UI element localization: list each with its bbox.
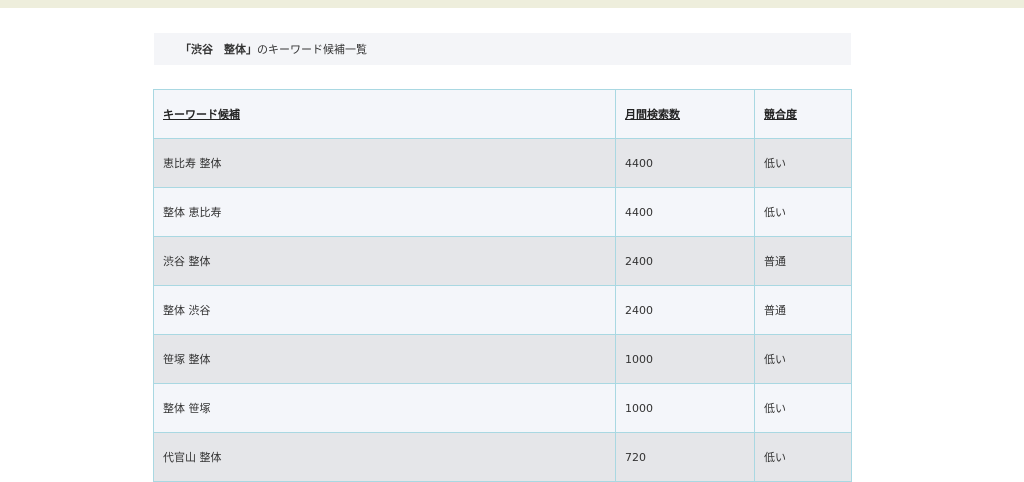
keyword-cell: 恵比寿 整体 (153, 138, 616, 188)
top-banner-strip (0, 0, 1024, 8)
table-row: 恵比寿 整体 4400 低い (153, 138, 852, 188)
search-volume-cell: 4400 (615, 187, 755, 237)
keyword-cell: 代官山 整体 (153, 432, 616, 482)
table-row: 代官山 整体 720 低い (153, 432, 852, 482)
caption-keyword: 「渋谷 整体」 (180, 43, 257, 56)
keyword-cell: 整体 恵比寿 (153, 187, 616, 237)
table-header-row: キーワード候補 月間検索数 競合度 (153, 89, 852, 139)
header-competition: 競合度 (754, 89, 852, 139)
table-row: 整体 笹塚 1000 低い (153, 383, 852, 433)
competition-cell: 低い (754, 138, 852, 188)
search-volume-cell: 720 (615, 432, 755, 482)
keyword-cell: 笹塚 整体 (153, 334, 616, 384)
search-volume-cell: 2400 (615, 236, 755, 286)
search-volume-cell: 4400 (615, 138, 755, 188)
header-monthly-searches: 月間検索数 (615, 89, 755, 139)
header-keyword-candidate: キーワード候補 (153, 89, 616, 139)
competition-cell: 低い (754, 334, 852, 384)
table-row: 整体 恵比寿 4400 低い (153, 187, 852, 237)
table-row: 渋谷 整体 2400 普通 (153, 236, 852, 286)
keyword-cell: 整体 渋谷 (153, 285, 616, 335)
competition-cell: 普通 (754, 236, 852, 286)
keyword-table-container: キーワード候補 月間検索数 競合度 恵比寿 整体 4400 低い 整体 恵比寿 … (153, 89, 852, 482)
competition-cell: 低い (754, 187, 852, 237)
keyword-cell: 渋谷 整体 (153, 236, 616, 286)
keyword-cell: 整体 笹塚 (153, 383, 616, 433)
search-volume-cell: 1000 (615, 334, 755, 384)
competition-cell: 普通 (754, 285, 852, 335)
competition-cell: 低い (754, 432, 852, 482)
competition-cell: 低い (754, 383, 852, 433)
caption-text: のキーワード候補一覧 (257, 43, 367, 56)
table-caption: 「渋谷 整体」 のキーワード候補一覧 (154, 33, 851, 65)
table-row: 笹塚 整体 1000 低い (153, 334, 852, 384)
table-row: 整体 渋谷 2400 普通 (153, 285, 852, 335)
search-volume-cell: 1000 (615, 383, 755, 433)
search-volume-cell: 2400 (615, 285, 755, 335)
keyword-table: キーワード候補 月間検索数 競合度 恵比寿 整体 4400 低い 整体 恵比寿 … (153, 89, 852, 482)
